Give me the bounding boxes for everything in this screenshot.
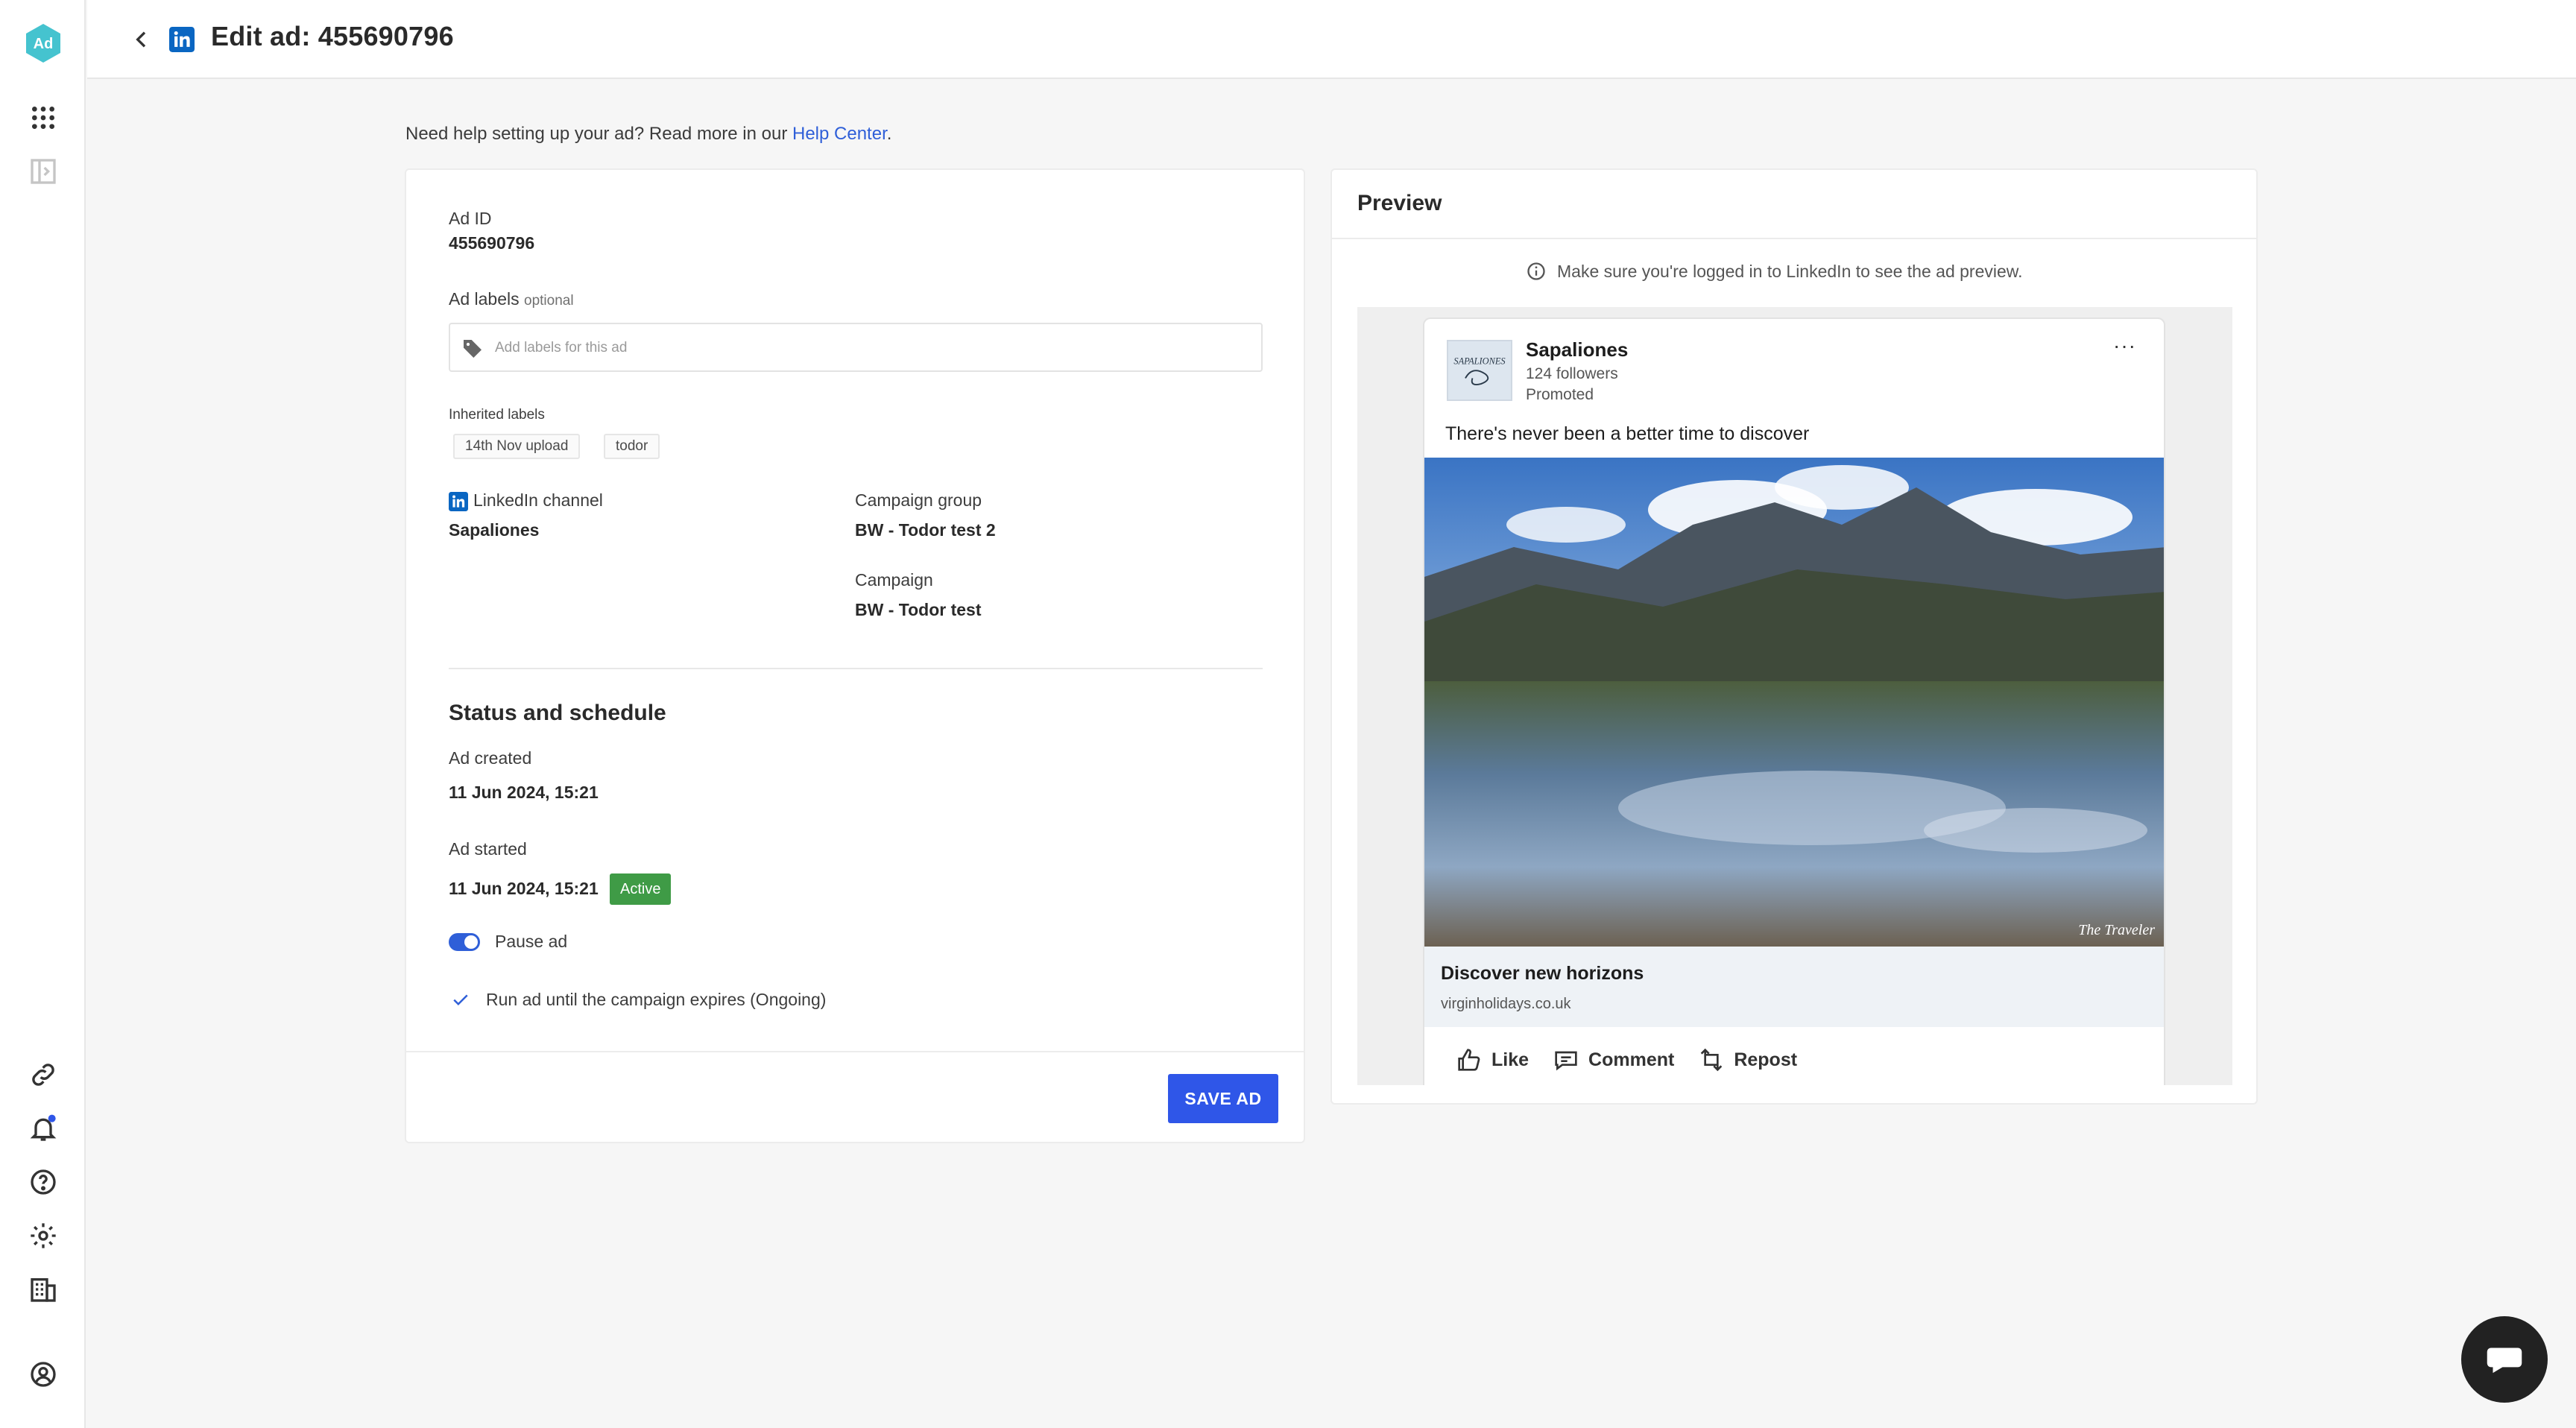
footer-divider bbox=[406, 1051, 1304, 1052]
help-suffix: . bbox=[886, 124, 892, 144]
building-icon[interactable] bbox=[27, 1273, 60, 1306]
repost-label: Repost bbox=[1734, 1049, 1798, 1070]
divider bbox=[449, 668, 1263, 669]
post-text: There's never been a better time to disc… bbox=[1445, 423, 1810, 444]
repost-button[interactable]: Repost bbox=[1696, 1045, 1797, 1075]
ad-form-card: Ad ID 455690796 Ad labels optional Inher… bbox=[405, 168, 1305, 1143]
ad-labels-optional: optional bbox=[524, 293, 574, 309]
ad-id-value: 455690796 bbox=[449, 233, 535, 253]
bell-icon[interactable] bbox=[27, 1112, 60, 1145]
inherited-labels-label: Inherited labels bbox=[449, 407, 545, 423]
follower-count: 124 followers bbox=[1526, 365, 1618, 382]
save-ad-button[interactable]: SAVE AD bbox=[1168, 1074, 1278, 1123]
post-headline: Discover new horizons bbox=[1441, 963, 1644, 984]
comment-label: Comment bbox=[1588, 1049, 1675, 1070]
pause-ad-toggle[interactable] bbox=[449, 933, 480, 951]
run-until-expires-checkbox[interactable] bbox=[449, 988, 472, 1011]
link-icon[interactable] bbox=[27, 1058, 60, 1091]
run-until-expires-label: Run ad until the campaign expires (Ongoi… bbox=[486, 990, 827, 1009]
ad-image: The Traveler bbox=[1424, 458, 2164, 947]
sidebar-toggle-icon[interactable] bbox=[27, 155, 60, 188]
inherited-label-chip: todor bbox=[604, 434, 660, 459]
company-logo: SAPALIONES bbox=[1447, 340, 1512, 401]
post-domain: virginholidays.co.uk bbox=[1441, 996, 1571, 1012]
promoted-label: Promoted bbox=[1526, 386, 1594, 403]
linkedin-icon bbox=[449, 492, 468, 511]
campaign-value: BW - Todor test bbox=[855, 600, 982, 619]
page-title: Edit ad: 455690796 bbox=[211, 21, 454, 51]
svg-text:Ad: Ad bbox=[34, 36, 54, 52]
more-options-icon[interactable]: ··· bbox=[2113, 334, 2136, 358]
post-actions: Like Comment Repost bbox=[1454, 1045, 1797, 1075]
repost-icon bbox=[1701, 1048, 1723, 1072]
svg-text:SAPALIONES: SAPALIONES bbox=[1453, 356, 1505, 366]
preview-title: Preview bbox=[1357, 191, 1442, 215]
chat-icon bbox=[2487, 1348, 2522, 1374]
ad-labels-input[interactable] bbox=[495, 333, 1240, 363]
comment-button[interactable]: Comment bbox=[1551, 1045, 1674, 1075]
preview-notice: Make sure you're logged in to LinkedIn t… bbox=[1526, 261, 2023, 282]
help-icon[interactable] bbox=[27, 1166, 60, 1198]
status-schedule-title: Status and schedule bbox=[449, 701, 666, 725]
help-prefix: Need help setting up your ad? Read more … bbox=[405, 124, 792, 144]
preview-notice-text: Make sure you're logged in to LinkedIn t… bbox=[1557, 261, 2023, 281]
ad-created-label: Ad created bbox=[449, 748, 532, 768]
ad-labels-title: Ad labels bbox=[449, 289, 520, 309]
campaign-label: Campaign bbox=[855, 570, 933, 590]
ad-labels-field[interactable] bbox=[449, 323, 1263, 372]
account-icon[interactable] bbox=[27, 1358, 60, 1391]
linkedin-post-preview: SAPALIONES Sapaliones 124 followers Prom… bbox=[1423, 317, 2165, 1085]
status-badge: Active bbox=[610, 873, 672, 905]
inherited-label-chip: 14th Nov upload bbox=[453, 434, 581, 459]
thumbs-up-icon bbox=[1458, 1049, 1480, 1071]
help-line: Need help setting up your ad? Read more … bbox=[405, 124, 891, 145]
preview-stage: SAPALIONES Sapaliones 124 followers Prom… bbox=[1357, 307, 2232, 1085]
campaign-group-label: Campaign group bbox=[855, 490, 982, 510]
left-rail: Ad bbox=[0, 0, 86, 1428]
pause-ad-label: Pause ad bbox=[495, 932, 568, 951]
chat-button[interactable] bbox=[2461, 1316, 2548, 1403]
app-logo[interactable]: Ad bbox=[24, 22, 63, 64]
preview-card: Preview Make sure you're logged in to Li… bbox=[1330, 168, 2258, 1105]
back-button[interactable] bbox=[124, 22, 159, 57]
company-name: Sapaliones bbox=[1526, 338, 1629, 361]
linkedin-channel-label: LinkedIn channel bbox=[473, 490, 603, 510]
post-caption[interactable]: Discover new horizons virginholidays.co.… bbox=[1424, 947, 2164, 1027]
ad-id-label: Ad ID bbox=[449, 209, 492, 228]
preview-divider bbox=[1332, 238, 2256, 239]
ad-started-value: 11 Jun 2024, 15:21 bbox=[449, 879, 599, 898]
like-button[interactable]: Like bbox=[1454, 1045, 1529, 1075]
help-center-link[interactable]: Help Center bbox=[792, 124, 887, 144]
campaign-group-value: BW - Todor test 2 bbox=[855, 520, 996, 540]
linkedin-icon bbox=[169, 27, 195, 52]
tag-icon bbox=[464, 340, 482, 358]
ad-started-label: Ad started bbox=[449, 839, 527, 859]
ad-labels-label: Ad labels optional bbox=[449, 289, 574, 309]
image-watermark: The Traveler bbox=[2078, 922, 2155, 938]
comment-icon bbox=[1555, 1051, 1577, 1071]
like-label: Like bbox=[1491, 1049, 1530, 1070]
apps-grid-icon[interactable] bbox=[27, 101, 60, 134]
top-bar: Edit ad: 455690796 bbox=[87, 0, 2576, 79]
gear-icon[interactable] bbox=[27, 1219, 60, 1252]
ad-created-value: 11 Jun 2024, 15:21 bbox=[449, 783, 599, 802]
linkedin-channel-value: Sapaliones bbox=[449, 520, 540, 540]
info-icon bbox=[1527, 262, 1545, 280]
